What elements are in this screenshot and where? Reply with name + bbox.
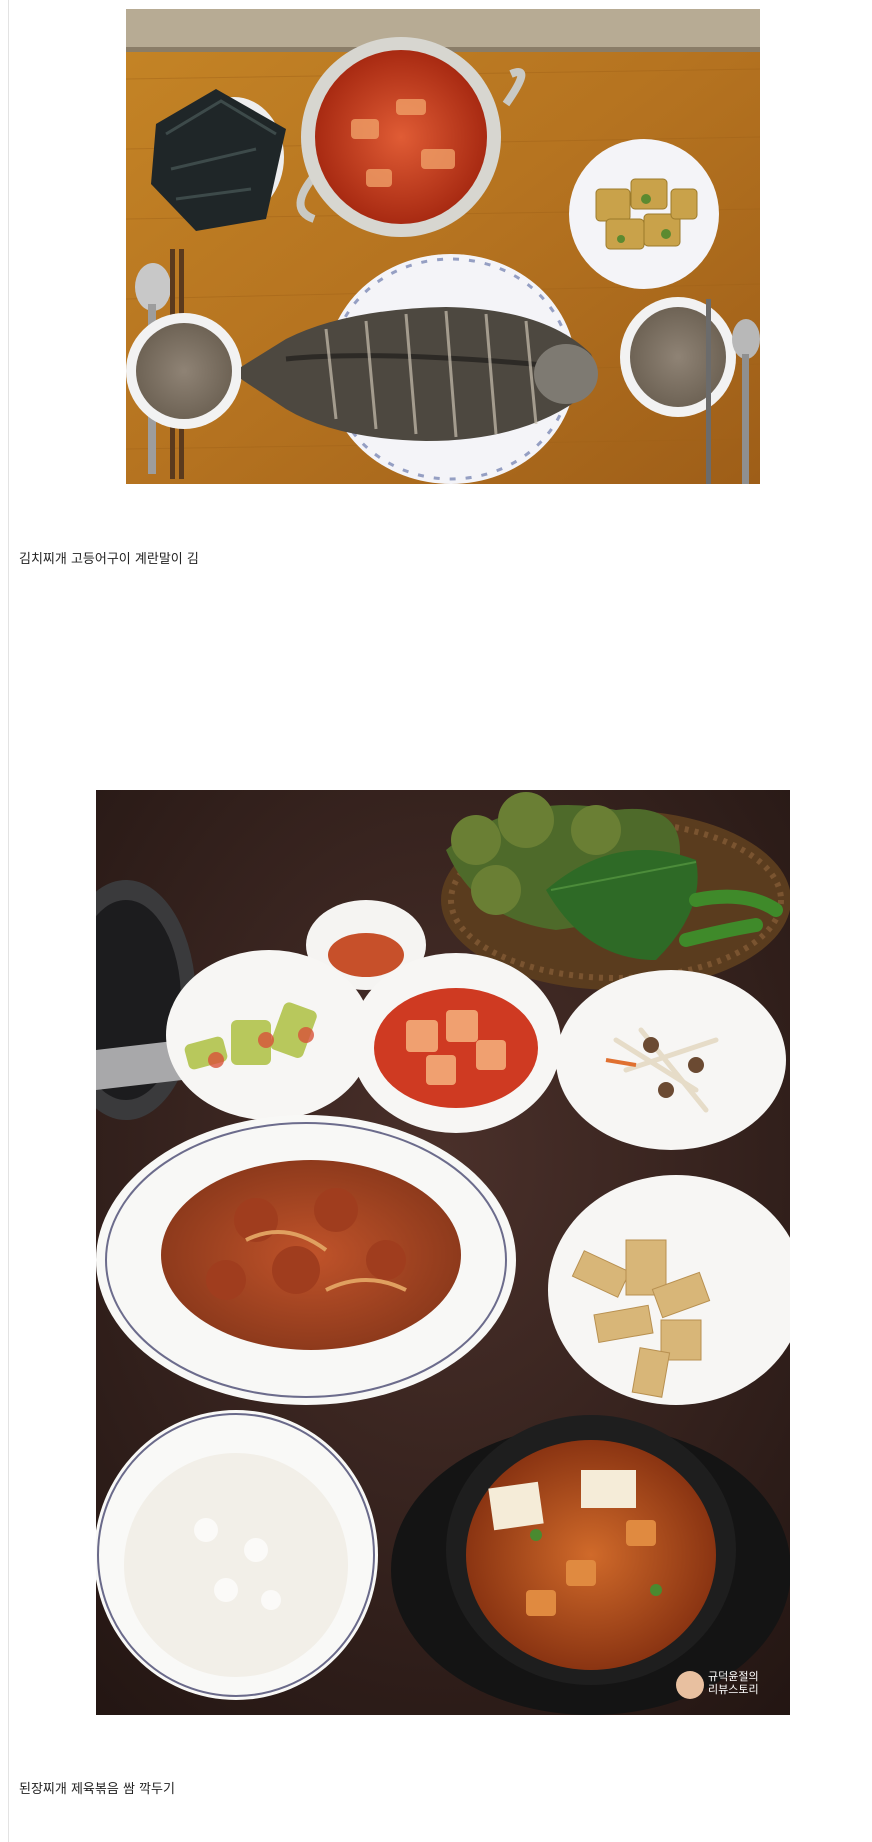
- photo-caption: 김치찌개 고등어구이 계란말이 김: [19, 552, 199, 567]
- photo-kimchi-stew-meal: [126, 9, 760, 484]
- photo-doenjang-stew-meal: 규덕윤절의 리뷰스토리: [96, 790, 790, 1715]
- photo-caption: 된장찌개 제육볶음 쌈 깍두기: [19, 1782, 175, 1797]
- content-left-border: [8, 0, 9, 1842]
- watermark-text: 규덕윤절의 리뷰스토리: [708, 1670, 759, 1696]
